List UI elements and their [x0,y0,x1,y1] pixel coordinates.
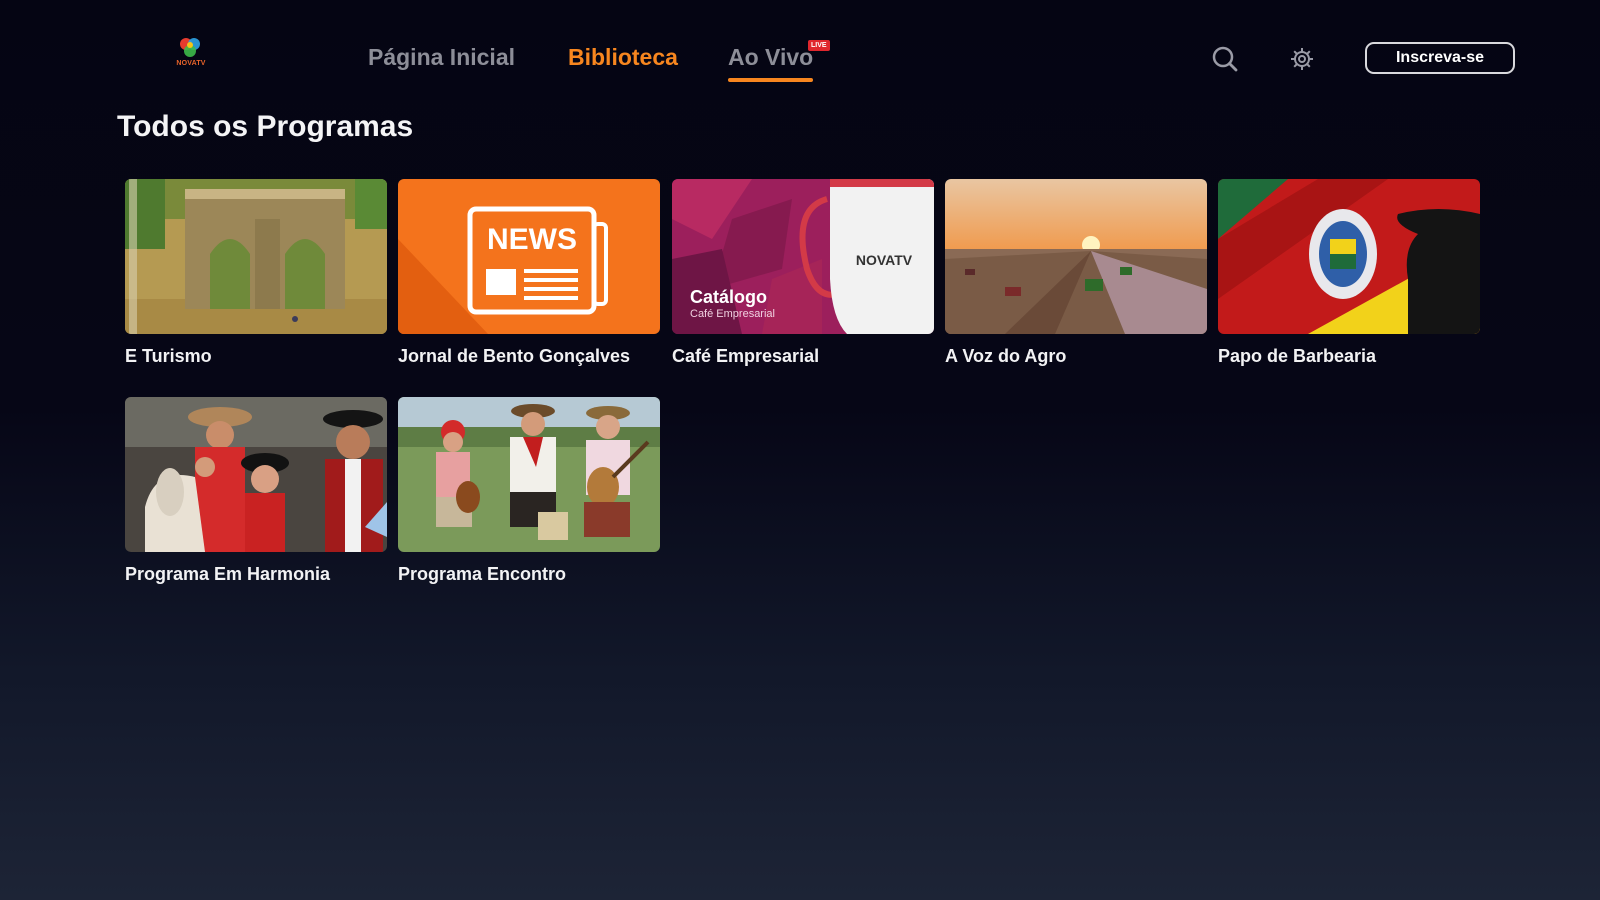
program-card-cafe-empresarial[interactable]: NOVATV Catálogo Café Empresarial Café Em… [672,179,934,367]
program-title: E Turismo [125,346,212,366]
active-tab-underline [728,78,813,82]
program-card-papo-de-barbearia[interactable]: Papo de Barbearia [1218,179,1480,367]
search-button[interactable] [1210,44,1240,74]
logo-text: NOVATV [176,60,206,67]
news-text: NEWS [487,223,577,256]
novatv-logo[interactable]: NOVATV [168,34,214,74]
program-title: Papo de Barbearia [1218,346,1377,366]
coffee-mug-image: NOVATV Catálogo Café Empresarial [672,179,934,334]
program-thumbnail: NOVATV Catálogo Café Empresarial [672,179,934,334]
program-thumbnail: NEWS [398,179,660,334]
program-thumbnail [1218,179,1480,334]
gear-icon [1291,48,1313,70]
mug-logo-text: NOVATV [856,252,913,268]
program-thumbnail [125,397,387,552]
catalog-subtext: Café Empresarial [690,308,775,320]
nav-item-home[interactable]: Página Inicial [368,44,515,71]
top-navigation-bar: NOVATV Página Inicial Biblioteca Ao Vivo… [0,0,1600,100]
nav-item-live-label: Ao Vivo [728,44,814,70]
program-thumbnail [125,179,387,334]
program-title: Jornal de Bento Gonçalves [398,346,631,366]
program-title: Café Empresarial [672,346,820,366]
gaucho-musicians-image [398,397,660,552]
program-card-jornal-de-bento-goncalves[interactable]: NEWS Jornal de Bento Gonçalves [398,179,660,367]
rs-flag-gaucho-image [1218,179,1480,334]
program-title: A Voz do Agro [945,346,1067,366]
harvest-field-sunset-image [945,179,1207,334]
live-badge: LIVE [808,40,830,51]
news-newspaper-image: NEWS [398,179,660,334]
search-icon [1212,46,1238,72]
logo-icon [180,38,200,57]
program-card-programa-encontro[interactable]: Programa Encontro [398,397,660,585]
nav-item-live[interactable]: Ao Vivo [728,44,814,82]
program-card-a-voz-do-agro[interactable]: A Voz do Agro [945,179,1207,367]
stone-ruins-image [125,179,387,334]
family-gaucho-horse-image [125,397,387,552]
program-thumbnail [945,179,1207,334]
nav-item-library[interactable]: Biblioteca [568,44,678,71]
program-card-e-turismo[interactable]: E Turismo [125,179,387,367]
subscribe-button[interactable]: Inscreva-se [1365,42,1515,74]
page-title: Todos os Programas [117,110,414,143]
settings-button[interactable] [1287,44,1317,74]
program-title: Programa Em Harmonia [125,564,331,584]
program-card-programa-em-harmonia[interactable]: Programa Em Harmonia [125,397,387,585]
program-title: Programa Encontro [398,564,567,584]
catalog-text: Catálogo [690,287,767,307]
program-thumbnail [398,397,660,552]
